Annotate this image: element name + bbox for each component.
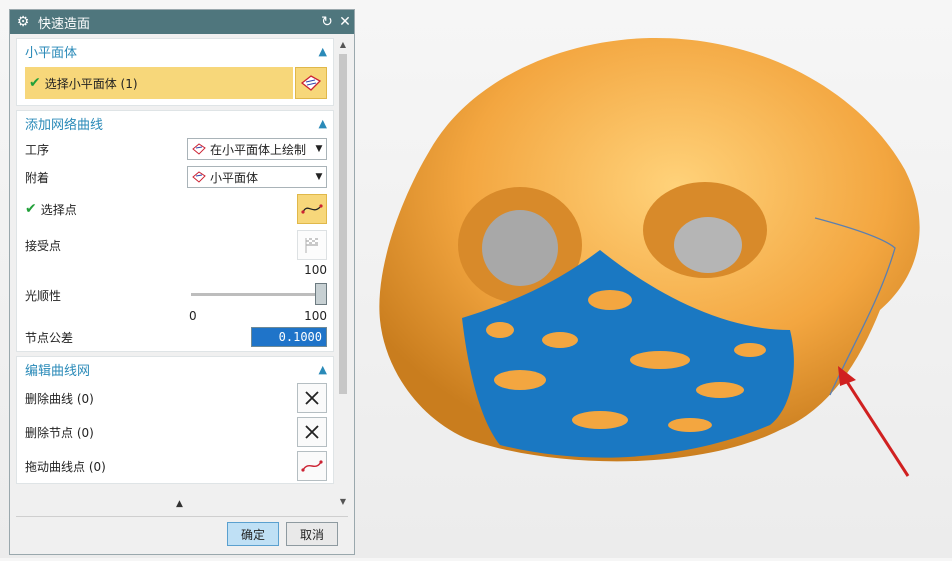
accept-point-label: 接受点 <box>25 238 62 253</box>
facet-mini-icon <box>192 143 206 155</box>
section-title: 编辑曲线网 <box>25 363 91 379</box>
chevron-down-icon: ▼ <box>315 172 323 182</box>
section-facet-body: 小平面体 ▲ ✔ 选择小平面体 (1) <box>16 38 334 106</box>
scroll-up-icon[interactable]: ▲ <box>338 40 348 49</box>
select-facet-body[interactable]: ✔ 选择小平面体 (1) <box>25 67 293 99</box>
checkmark-icon: ✔ <box>29 75 41 91</box>
node-tolerance-label: 节点公差 <box>25 330 74 345</box>
facet-body-icon[interactable] <box>295 67 327 99</box>
red-arrow <box>838 366 910 477</box>
smoothness-current-value: 100 <box>304 263 327 277</box>
node-tolerance-input[interactable]: 0.1000 <box>251 327 327 347</box>
section-header-network[interactable]: 添加网络曲线 ▲ <box>17 111 333 135</box>
select-facet-row[interactable]: ✔ 选择小平面体 (1) <box>25 67 327 99</box>
scrollbar-thumb[interactable] <box>339 54 347 394</box>
smoothness-max: 100 <box>304 309 327 323</box>
smoothness-thumb[interactable] <box>315 283 327 305</box>
facet-mini-icon <box>192 171 206 183</box>
smoothness-slider-group: 100 光顺性 0 100 <box>17 263 333 323</box>
reset-icon[interactable]: ↻ <box>318 14 336 30</box>
delete-curve-button[interactable] <box>297 383 327 413</box>
quick-surfacing-dialog: ⚙ 快速造面 ↻ ✕ 小平面体 ▲ ✔ 选择小平面体 (1) 添加网络曲线 ▲ … <box>9 9 355 555</box>
select-facet-label: 选择小平面体 (1) <box>44 76 138 91</box>
smoothness-range: 0 100 <box>189 309 327 323</box>
ok-button[interactable]: 确定 <box>227 522 279 546</box>
drag-curve-point-button[interactable] <box>297 451 327 481</box>
dialog-content: 小平面体 ▲ ✔ 选择小平面体 (1) 添加网络曲线 ▲ 工序 在小平面体上绘制… <box>16 38 334 506</box>
procedure-label: 工序 <box>25 142 50 157</box>
delete-node-button[interactable] <box>297 417 327 447</box>
section-title: 添加网络曲线 <box>25 117 104 133</box>
attach-value: 小平面体 <box>210 170 259 185</box>
node-tolerance-row: 节点公差 0.1000 <box>17 323 333 351</box>
close-icon[interactable]: ✕ <box>336 14 354 30</box>
delete-node-label: 删除节点 (0) <box>25 425 94 440</box>
procedure-row: 工序 在小平面体上绘制 ▼ <box>17 135 333 163</box>
smoothness-min: 0 <box>189 309 197 323</box>
section-header-edit[interactable]: 编辑曲线网 ▲ <box>17 357 333 381</box>
chevron-down-icon: ▼ <box>315 144 323 154</box>
attach-row: 附着 小平面体 ▼ <box>17 163 333 191</box>
dialog-title: 快速造面 <box>38 16 91 32</box>
section-header-facet[interactable]: 小平面体 ▲ <box>17 39 333 63</box>
x-icon <box>305 391 319 405</box>
chevron-up-icon: ▲ <box>318 44 327 58</box>
drag-point-row: 拖动曲线点 (0) <box>17 449 333 483</box>
scroll-down-icon[interactable]: ▼ <box>338 497 348 506</box>
chevron-up-icon: ▲ <box>318 362 327 376</box>
procedure-value: 在小平面体上绘制 <box>210 142 307 157</box>
dialog-titlebar: ⚙ 快速造面 ↻ ✕ <box>10 10 354 34</box>
select-point-button[interactable] <box>297 194 327 224</box>
delete-curve-row: 删除曲线 (0) <box>17 381 333 415</box>
cancel-button[interactable]: 取消 <box>286 522 338 546</box>
delete-node-row: 删除节点 (0) <box>17 415 333 449</box>
accept-point-row: 接受点 <box>17 227 333 263</box>
procedure-select[interactable]: 在小平面体上绘制 ▼ <box>187 138 327 160</box>
delete-curve-label: 删除曲线 (0) <box>25 391 94 406</box>
footer-divider <box>16 516 348 517</box>
chevron-up-icon: ▲ <box>318 116 327 130</box>
attach-label: 附着 <box>25 170 50 185</box>
dialog-scrollbar[interactable]: ▲ ▼ <box>338 40 348 506</box>
smoothness-label: 光顺性 <box>25 289 62 303</box>
checkmark-icon: ✔ <box>25 201 37 217</box>
select-point-label: 选择点 <box>40 202 77 217</box>
drag-point-label: 拖动曲线点 (0) <box>25 459 106 474</box>
x-icon <box>305 425 319 439</box>
smoothness-track[interactable] <box>191 293 323 296</box>
section-edit-network: 编辑曲线网 ▲ 删除曲线 (0) 删除节点 (0) 拖动曲线点 (0) <box>16 356 334 484</box>
gear-icon[interactable]: ⚙ <box>12 14 34 30</box>
select-point-row: ✔ 选择点 <box>17 191 333 227</box>
section-add-network: 添加网络曲线 ▲ 工序 在小平面体上绘制 ▼ 附着 小平面体 ▼ ✔ 选择点 接… <box>16 110 334 352</box>
section-title: 小平面体 <box>25 45 78 61</box>
collapse-arrow-icon[interactable]: ▲ <box>176 499 183 509</box>
attach-select[interactable]: 小平面体 ▼ <box>187 166 327 188</box>
checkered-flag-icon[interactable] <box>297 230 327 260</box>
